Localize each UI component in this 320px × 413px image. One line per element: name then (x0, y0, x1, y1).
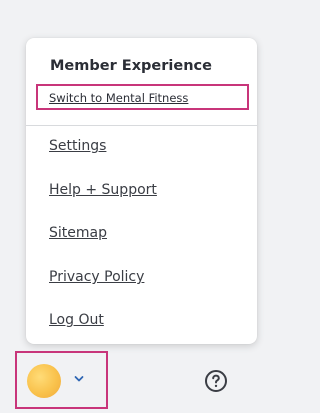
help-support-link[interactable]: Help + Support (49, 182, 157, 198)
sitemap-link[interactable]: Sitemap (49, 225, 107, 241)
account-menu-toggle[interactable] (15, 351, 108, 409)
menu-divider (26, 125, 257, 126)
menu-section-title: Member Experience (50, 58, 212, 74)
user-avatar-icon[interactable] (27, 364, 61, 398)
account-menu: Member Experience Switch to Mental Fitne… (26, 38, 257, 344)
log-out-link[interactable]: Log Out (49, 312, 104, 328)
help-circle-icon[interactable] (204, 369, 228, 393)
switch-highlight: Switch to Mental Fitness (36, 84, 249, 110)
privacy-policy-link[interactable]: Privacy Policy (49, 269, 144, 285)
settings-link[interactable]: Settings (49, 138, 106, 154)
chevron-down-icon[interactable] (73, 373, 85, 385)
switch-to-mental-fitness-link[interactable]: Switch to Mental Fitness (49, 91, 188, 105)
